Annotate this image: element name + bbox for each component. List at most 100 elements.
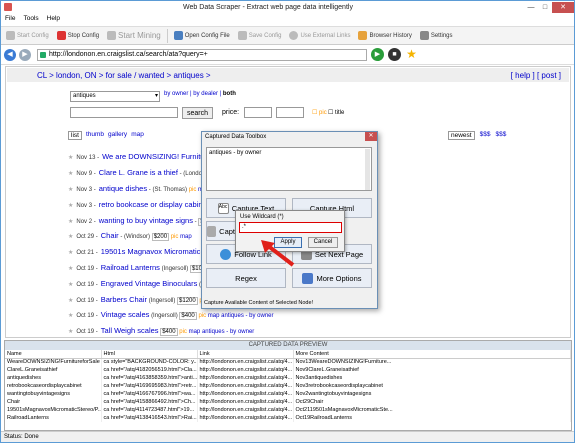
listing-title[interactable]: Engraved Vintage Binoculars <box>101 279 198 288</box>
save-config-button[interactable]: Save Config <box>236 28 284 44</box>
listing-location: - (St. Thomas) <box>148 187 188 193</box>
title-checkbox[interactable]: ☐ title <box>328 109 344 116</box>
col-name[interactable]: Name <box>5 350 102 359</box>
view-list[interactable]: list <box>68 131 82 140</box>
browser-history-button[interactable]: Browser History <box>356 28 413 44</box>
star-icon[interactable]: ★ <box>68 313 73 319</box>
filter-by-dealer[interactable]: by dealer <box>193 91 218 97</box>
table-row[interactable]: antiquedishes ca href="/atq/4163858359.ht… <box>5 374 571 382</box>
listing-title[interactable]: Tall Weigh scales <box>101 326 159 335</box>
stop-icon <box>56 31 66 40</box>
listing-row: ★ Oct 19 - Tall Weigh scales $400 pic map … <box>68 326 254 336</box>
table-row[interactable]: retrobookcaseordisplaycabinet ca href="/a… <box>5 382 571 390</box>
maximize-icon[interactable]: □ <box>538 2 552 13</box>
pic-checkbox[interactable]: ☐ pic <box>312 109 327 116</box>
regex-button[interactable]: Regex <box>206 268 286 288</box>
wildcard-input[interactable]: .* <box>239 222 342 233</box>
table-cell: Nov3retrobookcaseordisplaycabinet <box>293 382 571 390</box>
menu-file[interactable]: File <box>5 15 15 22</box>
table-cell: ClareL.Graneisathief <box>5 366 102 374</box>
listing-title[interactable]: Barbers Chair <box>101 295 147 304</box>
settings-label: Settings <box>430 32 453 39</box>
use-external-links-button[interactable]: Use External Links <box>287 28 352 44</box>
minimize-icon[interactable]: — <box>524 2 538 13</box>
star-icon[interactable]: ★ <box>68 266 73 272</box>
captured-text-area[interactable]: antiques - by owner <box>206 147 372 191</box>
filter-by-owner[interactable]: by owner <box>164 91 188 97</box>
settings-button[interactable]: Settings <box>418 28 455 44</box>
listing-title[interactable]: wanting to buy vintage signs <box>99 216 193 225</box>
min-price-input[interactable] <box>244 107 272 118</box>
capture-partial-button[interactable]: Capt <box>206 221 236 241</box>
max-price-input[interactable] <box>276 107 304 118</box>
go-icon[interactable]: ▶ <box>371 48 384 61</box>
help-link[interactable]: [ help ] <box>511 71 535 80</box>
listing-category[interactable]: antiques - by owner <box>221 313 273 319</box>
category-select[interactable]: antiques <box>70 91 160 102</box>
star-icon[interactable]: ★ <box>68 187 73 193</box>
breadcrumb[interactable]: CL > london, ON > for sale / wanted > an… <box>37 71 211 80</box>
star-icon[interactable]: ★ <box>68 298 73 304</box>
table-row[interactable]: Chair ca href="/atq/4158866492.html">Ch..… <box>5 398 571 406</box>
url-input[interactable]: http://londonon.en.craigslist.ca/search/… <box>37 48 367 61</box>
start-mining-button[interactable]: Start Mining <box>105 28 163 44</box>
start-config-label: Start Config <box>17 32 49 39</box>
star-icon[interactable]: ★ <box>68 171 73 177</box>
more-options-button[interactable]: More Options <box>292 268 372 288</box>
cancel-button[interactable]: Cancel <box>308 237 338 248</box>
search-input[interactable] <box>70 107 178 118</box>
star-icon[interactable]: ★ <box>68 282 73 288</box>
table-row[interactable]: ClareL.Graneisathief ca href="/atq/418205… <box>5 366 571 374</box>
menu-help[interactable]: Help <box>47 15 60 22</box>
listing-category[interactable]: antiques - by owner <box>202 329 254 335</box>
col-more-content[interactable]: More Content <box>293 350 571 359</box>
star-icon[interactable]: ★ <box>68 155 73 161</box>
table-row[interactable]: WeareDOWNSIZING!FurnitureforSale ca style… <box>5 358 571 366</box>
table-row[interactable]: wantingtobuyvintagesigns ca href="/atq/41… <box>5 390 571 398</box>
listing-title[interactable]: Clare L. Grane is a thief <box>99 168 178 177</box>
table-cell: http://londonon.en.craigslist.ca/atq/4..… <box>197 374 294 382</box>
close-icon[interactable]: ✕ <box>552 1 574 13</box>
sort-newest[interactable]: newest <box>448 131 475 140</box>
back-icon[interactable]: ◀ <box>4 48 16 61</box>
listing-title[interactable]: antique dishes <box>99 184 147 193</box>
col-link[interactable]: Link <box>197 350 294 359</box>
post-link[interactable]: [ post ] <box>537 71 561 80</box>
listing-map-link[interactable]: map <box>208 313 220 319</box>
preview-table: Name Html Link More Content WeareDOWNSIZ… <box>5 350 571 422</box>
search-button[interactable]: search <box>182 107 213 119</box>
listing-map-link[interactable]: map <box>189 329 201 335</box>
sort-price-low[interactable]: $$$ <box>480 131 491 140</box>
table-cell: ca href="/atq/4138416543.html">Rai... <box>101 414 198 422</box>
star-icon[interactable]: ★ <box>68 329 73 335</box>
open-config-button[interactable]: Open Config File <box>172 28 232 44</box>
stop-config-button[interactable]: Stop Config <box>55 28 101 44</box>
listing-map-link[interactable]: map <box>180 234 192 240</box>
favorite-star-icon[interactable]: ★ <box>405 48 418 61</box>
sort-price-high[interactable]: $$$ <box>495 131 506 140</box>
star-icon[interactable]: ★ <box>68 203 73 209</box>
star-icon[interactable]: ★ <box>68 250 73 256</box>
star-icon[interactable]: ★ <box>68 234 73 240</box>
start-config-button[interactable]: Start Config <box>4 28 51 44</box>
view-thumb[interactable]: thumb <box>86 131 104 140</box>
listing-title[interactable]: Chair <box>101 231 119 240</box>
listing-title[interactable]: retro bookcase or display cabinet <box>99 200 209 209</box>
view-gallery[interactable]: gallery <box>108 131 127 140</box>
table-row[interactable]: 19501sMagnavoxMicromaticStereo/P... ca hr… <box>5 406 571 414</box>
listing-title[interactable]: Railroad Lanterns <box>101 263 160 272</box>
dialog-close-icon[interactable]: ✕ <box>365 132 377 141</box>
settings-icon <box>419 31 429 40</box>
scrollbar[interactable] <box>365 149 370 190</box>
col-html[interactable]: Html <box>101 350 198 359</box>
header-links: [ help ] [ post ] <box>511 71 561 80</box>
title-bar: Web Data Scraper - Extract web page data… <box>1 1 574 13</box>
listing-title[interactable]: Vintage scales <box>101 310 150 319</box>
forward-icon[interactable]: ▶ <box>19 48 31 61</box>
menu-tools[interactable]: Tools <box>23 15 38 22</box>
stop-load-icon[interactable]: ■ <box>388 48 401 61</box>
table-row[interactable]: RailroadLanterns ca href="/atq/4138416543… <box>5 414 571 422</box>
view-map[interactable]: map <box>131 131 144 140</box>
filter-both[interactable]: both <box>223 91 236 97</box>
star-icon[interactable]: ★ <box>68 219 73 225</box>
